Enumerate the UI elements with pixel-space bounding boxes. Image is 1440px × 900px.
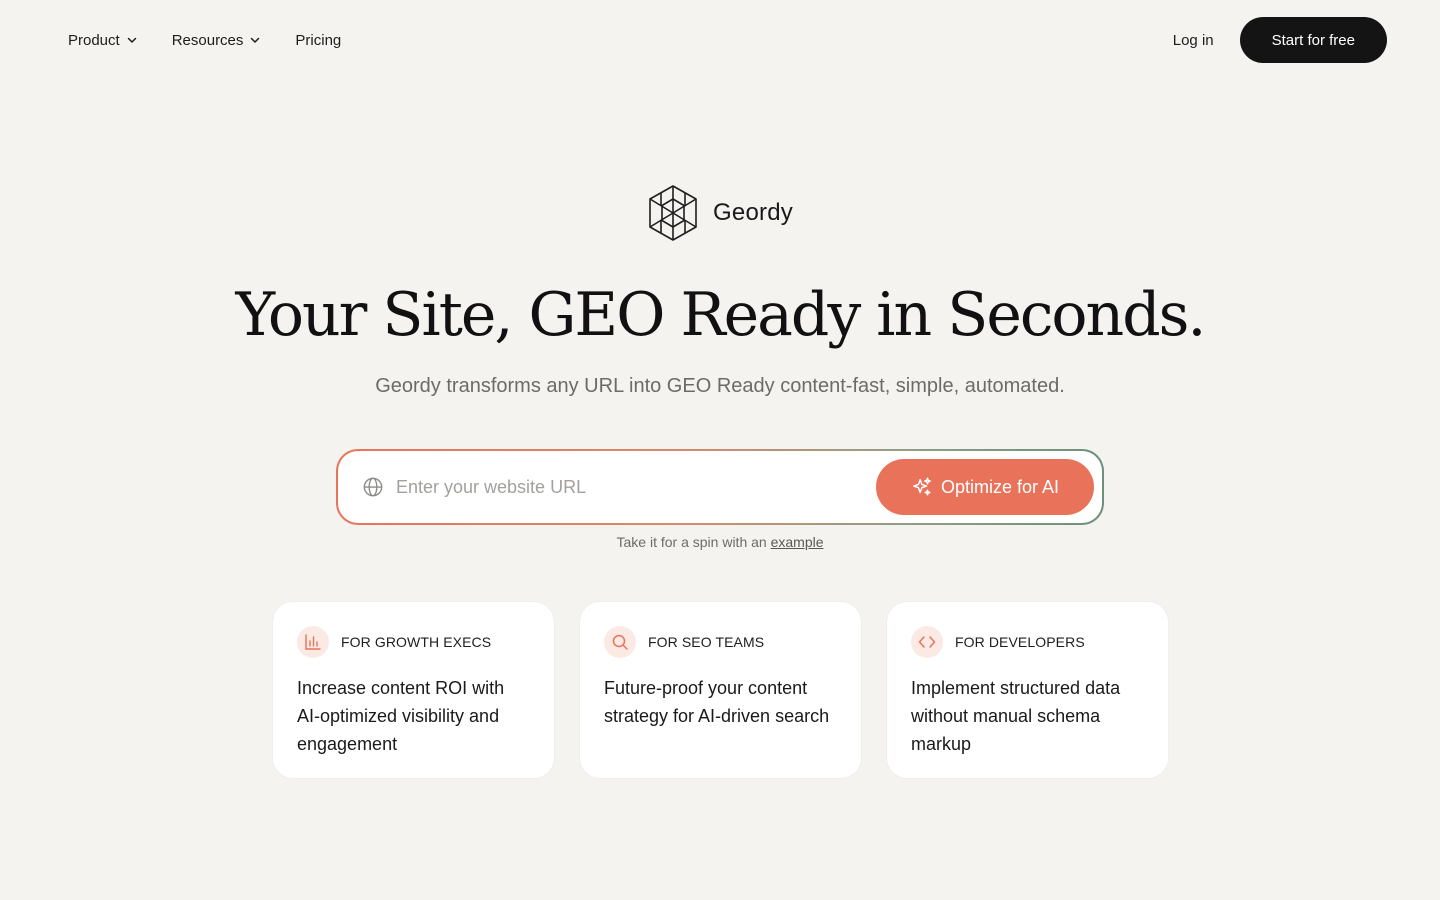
hero-headline: Your Site, GEO Ready in Seconds. [235,280,1207,350]
card-header: FOR SEO TEAMS [604,626,837,658]
bar-chart-icon [305,634,321,650]
card-developers: FOR DEVELOPERS Implement structured data… [887,602,1168,778]
card-text: Increase content ROI with AI-optimized v… [297,678,505,754]
nav-item-label: Product [68,31,120,49]
login-link[interactable]: Log in [1173,32,1214,49]
page: Product Resources Pricing Log in Start f… [0,0,1440,900]
url-form-inner: Optimize for AI [338,451,1102,523]
card-header: FOR DEVELOPERS [911,626,1144,658]
hero-subheadline: Geordy transforms any URL into GEO Ready… [375,375,1065,397]
card-seo-teams: FOR SEO TEAMS Future-proof your content … [580,602,861,778]
brand: Geordy [0,184,1440,242]
example-hint-text: Take it for a spin with an [616,534,767,550]
chevron-down-icon [251,37,260,43]
card-icon-badge [911,626,943,658]
card-header: FOR GROWTH EXECS [297,626,530,658]
card-text: Implement structured data without manual… [911,678,1121,754]
card-tag: FOR SEO TEAMS [648,634,765,650]
code-icon [918,636,936,648]
geordy-logo-icon [649,185,697,241]
nav-links: Product Resources Pricing [68,32,341,49]
example-hint: Take it for a spin with an example [0,534,1440,550]
nav-item-label: Pricing [295,31,342,49]
card-text: Future-proof your content strategy for A… [604,678,830,726]
globe-icon [363,477,383,497]
nav-item-pricing[interactable]: Pricing [295,32,341,49]
optimize-for-ai-button[interactable]: Optimize for AI [876,459,1094,515]
example-link[interactable]: example [771,534,824,550]
nav-actions: Log in Start for free [1173,17,1387,63]
nav-item-label: Resources [171,31,244,49]
start-for-free-button[interactable]: Start for free [1239,17,1387,63]
card-icon-badge [297,626,329,658]
url-form: Optimize for AI [336,449,1104,525]
card-tag: FOR GROWTH EXECS [341,634,492,650]
card-growth-execs: FOR GROWTH EXECS Increase content ROI wi… [273,602,554,778]
nav-item-product[interactable]: Product [68,32,138,49]
brand-name: Geordy [713,199,793,226]
website-url-input[interactable] [396,476,876,498]
optimize-button-label: Optimize for AI [940,476,1060,497]
search-icon [612,634,628,650]
top-nav: Product Resources Pricing Log in Start f… [0,0,1440,80]
persona-cards: FOR GROWTH EXECS Increase content ROI wi… [273,602,1168,778]
nav-item-resources[interactable]: Resources [172,32,262,49]
chevron-down-icon [127,37,136,43]
card-icon-badge [604,626,636,658]
card-tag: FOR DEVELOPERS [955,634,1085,650]
sparkle-icon [912,477,931,496]
